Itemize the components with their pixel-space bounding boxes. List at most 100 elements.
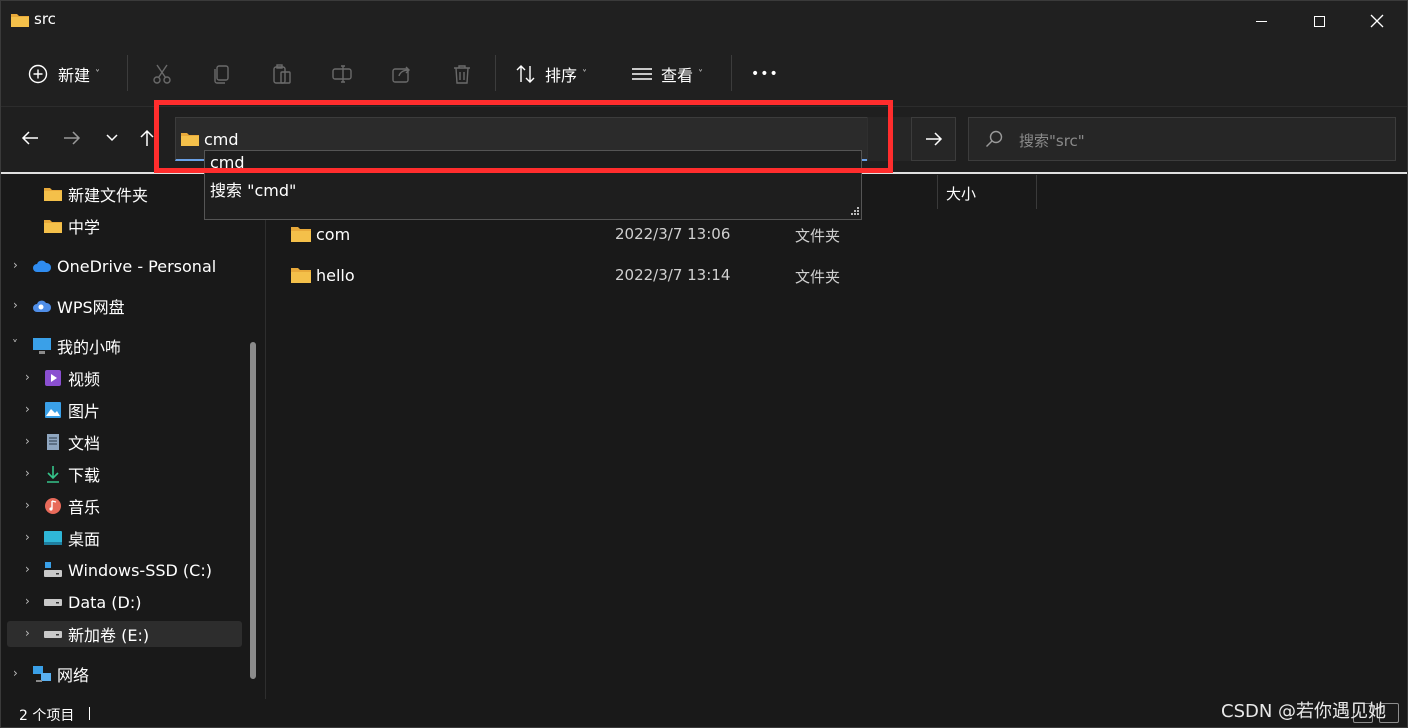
arrow-up-icon <box>140 129 154 146</box>
view-button[interactable]: 查看 ˅ <box>629 55 703 93</box>
suggestion-item[interactable]: 搜索 "cmd" <box>210 177 296 201</box>
share-button[interactable] <box>385 55 419 93</box>
sidebar-item-music[interactable]: 音乐 <box>43 492 100 520</box>
sidebar-item-onedrive[interactable]: OneDrive - Personal <box>32 252 216 280</box>
chevron-right-icon[interactable]: › <box>13 666 18 680</box>
status-divider <box>89 707 90 720</box>
chevron-down-icon: ˅ <box>698 68 704 80</box>
scissors-icon <box>145 57 179 91</box>
sidebar-scrollbar[interactable] <box>250 342 256 679</box>
minimize-button[interactable] <box>1232 1 1290 41</box>
chevron-right-icon[interactable]: › <box>25 530 30 544</box>
close-icon <box>1370 14 1384 28</box>
sidebar-item-label: 下载 <box>68 466 101 485</box>
chevron-down-icon[interactable]: ˅ <box>12 338 18 352</box>
column-header-size[interactable]: 大小 <box>937 175 1037 209</box>
pane-divider[interactable] <box>265 175 266 699</box>
sort-button[interactable]: 排序 ˅ <box>513 55 587 93</box>
minimize-icon <box>1255 20 1267 22</box>
download-icon <box>43 464 63 484</box>
plus-circle-icon <box>25 57 51 91</box>
sidebar-item-label: 桌面 <box>68 530 101 549</box>
sidebar-item-documents[interactable]: 文档 <box>43 428 100 456</box>
recent-locations-button[interactable] <box>97 123 127 153</box>
sort-label: 排序 <box>545 66 578 85</box>
chevron-right-icon[interactable]: › <box>25 402 30 416</box>
folder-icon <box>43 184 63 204</box>
file-date: 2022/3/7 13:06 <box>615 225 731 243</box>
copy-button[interactable] <box>205 55 239 93</box>
sidebar-item-pictures[interactable]: 图片 <box>43 396 100 424</box>
chevron-right-icon[interactable]: › <box>25 370 30 384</box>
sidebar-item-downloads[interactable]: 下载 <box>43 460 100 488</box>
search-icon <box>986 130 1003 147</box>
sidebar-item-new-folder[interactable]: 新建文件夹 <box>43 180 148 208</box>
search-box[interactable]: 搜索"src" <box>968 117 1396 161</box>
sidebar-item-label: WPS网盘 <box>57 298 125 317</box>
chevron-right-icon[interactable]: › <box>25 466 30 480</box>
file-explorer-window: src 新建 ˅ 排序 ˅ 查看 ˅ ••• cmd ˅ 搜索"src" cmd… <box>0 0 1408 728</box>
sidebar-item-videos[interactable]: 视频 <box>43 364 100 392</box>
monitor-icon <box>32 336 52 356</box>
sidebar-item-label: 新建文件夹 <box>68 186 149 205</box>
sidebar-item-label: 中学 <box>68 218 101 237</box>
sidebar-item-desktop[interactable]: 桌面 <box>43 524 100 552</box>
delete-button[interactable] <box>445 55 479 93</box>
chevron-right-icon[interactable]: › <box>25 594 30 608</box>
sidebar-item-label: 新加卷 (E:) <box>68 626 150 645</box>
maximize-button[interactable] <box>1290 1 1348 41</box>
toolbar-divider <box>127 55 128 91</box>
sidebar-item-label: 图片 <box>68 402 101 421</box>
file-type: 文件夹 <box>795 268 841 286</box>
chevron-right-icon[interactable]: › <box>25 626 30 640</box>
file-type: 文件夹 <box>795 227 841 245</box>
back-button[interactable] <box>15 123 45 153</box>
forward-button[interactable] <box>57 123 87 153</box>
more-options-button[interactable]: ••• <box>751 55 779 93</box>
chevron-down-icon: ˅ <box>582 68 588 80</box>
rename-icon <box>325 57 359 91</box>
chevron-right-icon[interactable]: › <box>25 562 30 576</box>
trash-icon <box>445 57 479 91</box>
sidebar-item-label: Data (D:) <box>68 592 142 612</box>
chevron-right-icon[interactable]: › <box>25 498 30 512</box>
column-header-label: 大小 <box>946 185 977 203</box>
chevron-right-icon[interactable]: › <box>13 298 18 312</box>
file-row[interactable]: com 2022/3/7 13:06 文件夹 <box>281 220 921 250</box>
cloud-icon <box>32 256 52 276</box>
new-button[interactable]: 新建 ˅ <box>25 55 100 93</box>
paste-button[interactable] <box>265 55 299 93</box>
folder-icon <box>43 216 63 236</box>
more-icon: ••• <box>751 66 779 82</box>
go-button[interactable] <box>911 117 956 161</box>
close-button[interactable] <box>1348 1 1406 41</box>
system-drive-icon <box>43 560 63 580</box>
chevron-right-icon[interactable]: › <box>25 434 30 448</box>
sidebar-item-network[interactable]: 网络 <box>32 660 89 688</box>
sidebar-item-drive-d[interactable]: Data (D:) <box>43 588 141 616</box>
sidebar-item-label: Windows-SSD (C:) <box>68 560 212 580</box>
sidebar-item-middle-school[interactable]: 中学 <box>43 212 100 240</box>
cut-button[interactable] <box>145 55 179 93</box>
search-input[interactable]: 搜索"src" <box>1019 130 1085 151</box>
sort-icon <box>513 57 539 91</box>
sidebar-item-wps-drive[interactable]: WPS网盘 <box>32 292 125 320</box>
toolbar-divider <box>731 55 732 91</box>
music-icon <box>43 496 63 516</box>
view-label: 查看 <box>661 66 694 85</box>
arrow-left-icon <box>21 131 38 145</box>
rename-button[interactable] <box>325 55 359 93</box>
share-icon <box>385 57 419 91</box>
view-lines-icon <box>629 57 655 91</box>
resize-grip-icon[interactable] <box>849 207 859 217</box>
sidebar-item-drive-e[interactable]: 新加卷 (E:) <box>43 620 149 648</box>
chevron-right-icon[interactable]: › <box>13 258 18 272</box>
sidebar-item-this-pc[interactable]: 我的小咘 <box>32 332 121 360</box>
file-row[interactable]: hello 2022/3/7 13:14 文件夹 <box>281 261 921 291</box>
highlight-box <box>154 100 893 173</box>
copy-icon <box>205 57 239 91</box>
sidebar-item-drive-c[interactable]: Windows-SSD (C:) <box>43 556 212 584</box>
folder-icon <box>291 268 311 283</box>
desktop-icon <box>43 528 63 548</box>
drive-icon <box>43 624 63 644</box>
